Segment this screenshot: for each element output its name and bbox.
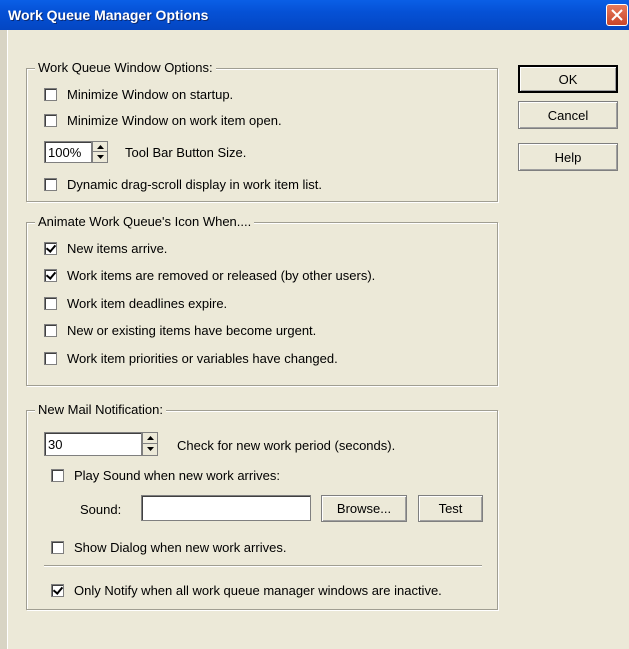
arrow-down-icon bbox=[147, 447, 154, 451]
animate-option-priorities[interactable]: Work item priorities or variables have c… bbox=[44, 351, 338, 366]
animate-option-label: Work items are removed or released (by o… bbox=[67, 268, 376, 283]
animate-option-new-items[interactable]: New items arrive. bbox=[44, 241, 167, 256]
arrow-down-icon bbox=[97, 155, 104, 159]
window-title: Work Queue Manager Options bbox=[8, 7, 209, 23]
animate-urgent-checkbox[interactable] bbox=[44, 324, 57, 337]
show-dialog-checkbox[interactable] bbox=[51, 541, 64, 554]
minimize-startup-checkbox[interactable] bbox=[44, 88, 57, 101]
dynamic-scroll-checkbox[interactable] bbox=[44, 178, 57, 191]
play-sound-checkbox[interactable] bbox=[51, 469, 64, 482]
spin-down-button[interactable] bbox=[93, 152, 107, 162]
spin-down-button[interactable] bbox=[143, 444, 157, 455]
test-button[interactable]: Test bbox=[418, 495, 483, 522]
animate-option-label: New items arrive. bbox=[67, 241, 168, 256]
title-bar[interactable]: Work Queue Manager Options bbox=[0, 0, 629, 30]
sound-label: Sound: bbox=[80, 502, 122, 517]
cancel-button[interactable]: Cancel bbox=[518, 101, 618, 129]
animate-option-label: Work item priorities or variables have c… bbox=[67, 351, 338, 366]
period-input[interactable] bbox=[44, 432, 142, 456]
only-notify-checkbox[interactable] bbox=[51, 584, 64, 597]
animate-removed-checkbox[interactable] bbox=[44, 269, 57, 282]
animate-priorities-checkbox[interactable] bbox=[44, 352, 57, 365]
minimize-startup-option[interactable]: Minimize Window on startup. bbox=[44, 87, 233, 102]
spin-up-button[interactable] bbox=[143, 433, 157, 444]
spin-up-button[interactable] bbox=[93, 142, 107, 152]
animate-icon-legend: Animate Work Queue's Icon When.... bbox=[35, 214, 255, 229]
close-button[interactable] bbox=[606, 4, 628, 26]
animate-new-items-checkbox[interactable] bbox=[44, 242, 57, 255]
minimize-open-label: Minimize Window on work item open. bbox=[67, 113, 282, 128]
animate-option-urgent[interactable]: New or existing items have become urgent… bbox=[44, 323, 316, 338]
toolbar-size-input[interactable] bbox=[44, 141, 92, 163]
mail-notification-legend: New Mail Notification: bbox=[35, 402, 166, 417]
toolbar-size-spinner[interactable] bbox=[92, 141, 108, 163]
show-dialog-label: Show Dialog when new work arrives. bbox=[74, 540, 287, 555]
toolbar-size-label: Tool Bar Button Size. bbox=[125, 145, 247, 160]
minimize-startup-label: Minimize Window on startup. bbox=[67, 87, 234, 102]
window-options-legend: Work Queue Window Options: bbox=[35, 60, 216, 75]
animate-option-deadlines[interactable]: Work item deadlines expire. bbox=[44, 296, 227, 311]
close-icon bbox=[611, 9, 623, 21]
ok-button[interactable]: OK bbox=[518, 65, 618, 93]
arrow-up-icon bbox=[97, 145, 104, 149]
play-sound-label: Play Sound when new work arrives: bbox=[74, 468, 280, 483]
dynamic-scroll-option[interactable]: Dynamic drag-scroll display in work item… bbox=[44, 177, 322, 192]
dynamic-scroll-label: Dynamic drag-scroll display in work item… bbox=[67, 177, 323, 192]
window-frame bbox=[0, 30, 8, 649]
sound-path-input[interactable] bbox=[141, 495, 311, 521]
animate-option-removed[interactable]: Work items are removed or released (by o… bbox=[44, 268, 375, 283]
only-notify-label: Only Notify when all work queue manager … bbox=[74, 583, 442, 598]
animate-deadlines-checkbox[interactable] bbox=[44, 297, 57, 310]
animate-option-label: New or existing items have become urgent… bbox=[67, 323, 317, 338]
arrow-up-icon bbox=[147, 436, 154, 440]
mail-separator bbox=[44, 565, 482, 567]
animate-option-label: Work item deadlines expire. bbox=[67, 296, 228, 311]
only-notify-option[interactable]: Only Notify when all work queue manager … bbox=[51, 583, 442, 598]
period-spinner[interactable] bbox=[142, 432, 158, 456]
play-sound-option[interactable]: Play Sound when new work arrives: bbox=[51, 468, 280, 483]
minimize-open-checkbox[interactable] bbox=[44, 114, 57, 127]
show-dialog-option[interactable]: Show Dialog when new work arrives. bbox=[51, 540, 286, 555]
period-label: Check for new work period (seconds). bbox=[177, 438, 396, 453]
help-button[interactable]: Help bbox=[518, 143, 618, 171]
browse-button[interactable]: Browse... bbox=[321, 495, 407, 522]
minimize-open-option[interactable]: Minimize Window on work item open. bbox=[44, 113, 282, 128]
